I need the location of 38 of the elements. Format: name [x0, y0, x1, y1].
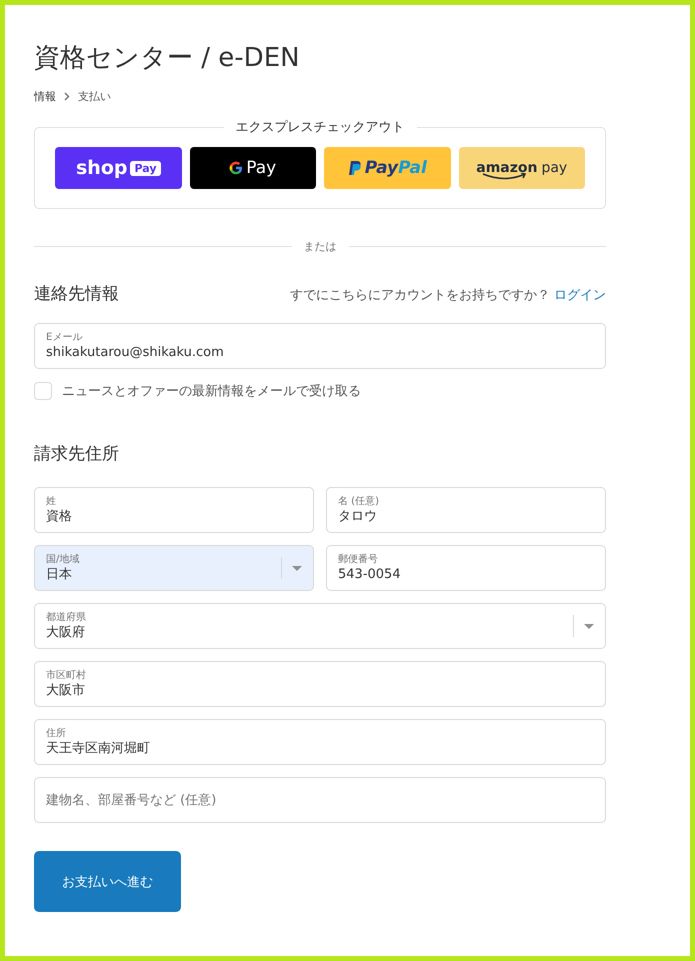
google-g-icon: [229, 161, 244, 175]
input-field[interactable]: 郵便番号 543-0054: [326, 545, 606, 591]
input-field[interactable]: 市区町村 大阪市: [34, 661, 606, 707]
checkbox[interactable]: [34, 382, 52, 400]
paypal-logo-text: Pay: [364, 158, 398, 178]
dropdown-caret-icon: [584, 624, 594, 628]
dropdown-caret-icon: [292, 566, 302, 570]
chevron-right-icon: [64, 92, 70, 101]
input-field[interactable]: 姓 資格: [34, 487, 314, 533]
section-heading: 請求先住所: [34, 443, 119, 465]
smile-arrow-icon: [482, 173, 528, 180]
login-link[interactable]: ログイン: [554, 286, 606, 304]
breadcrumb-item[interactable]: 支払い: [78, 89, 111, 104]
amazon-pay-text: pay: [541, 160, 568, 176]
shop-logo-text: shop: [76, 157, 128, 179]
select-field[interactable]: 国/地域 日本: [34, 545, 314, 591]
express-pay-button[interactable]: shop Pay: [55, 147, 182, 189]
pay-badge: Pay: [130, 160, 161, 176]
continue-button[interactable]: お支払いへ進む: [34, 851, 181, 912]
express-pay-button[interactable]: Pay: [190, 147, 316, 189]
or-divider-text: または: [304, 239, 336, 254]
breadcrumb-item[interactable]: 情報: [34, 89, 56, 104]
express-pay-button[interactable]: amazon pay: [458, 147, 585, 189]
input-field[interactable]: 住所 天王寺区南河堀町: [34, 719, 606, 765]
checkbox-label: ニュースとオファーの最新情報をメールで受け取る: [62, 383, 361, 400]
input-field[interactable]: 建物名、部屋番号など (任意): [34, 777, 606, 823]
input-field[interactable]: 名 (任意) タロウ: [326, 487, 606, 533]
gpay-logo-text: Pay: [246, 158, 276, 178]
section-heading: 連絡先情報: [34, 283, 119, 305]
paypal-logo-text: Pal: [398, 158, 427, 178]
paypal-p-icon: [348, 160, 362, 176]
store-title: 資格センター / e-DEN: [34, 42, 301, 75]
express-pay-button[interactable]: PayPal: [324, 147, 450, 189]
amazon-logo-text: amazon: [476, 160, 538, 176]
select-field[interactable]: 都道府県 大阪府: [34, 603, 606, 649]
account-prompt: すでにこちらにアカウントをお持ちですか？: [290, 287, 550, 304]
express-checkout-legend: エクスプレスチェックアウト: [224, 118, 416, 136]
email-field[interactable]: Eメール shikakutarou@shikaku.com: [34, 323, 606, 369]
